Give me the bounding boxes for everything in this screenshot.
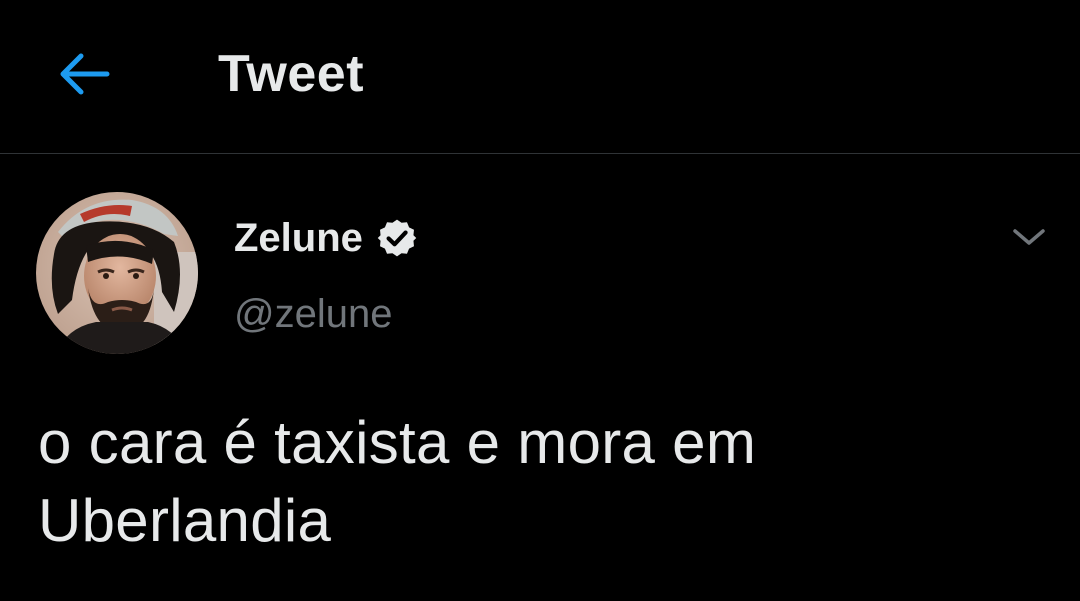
page-title: Tweet [218,45,365,103]
tweet-text: o cara é taxista e mora em Uberlandia [38,404,1038,560]
tweet-text-line-2: Uberlandia [38,487,332,554]
arrow-left-icon [60,53,110,95]
author-name-row[interactable]: Zelune [234,212,419,264]
chevron-down-icon [1013,229,1045,245]
tweet-text-line-1: o cara é taxista e mora em [38,409,757,476]
top-app-bar: Tweet [0,0,1080,154]
back-button[interactable] [50,46,118,102]
avatar[interactable] [36,192,198,354]
verified-badge-icon [375,216,419,260]
author-name: Zelune [234,216,363,260]
author-handle[interactable]: @zelune [234,289,392,339]
avatar-photo [36,192,198,354]
tweet-menu-button[interactable] [1004,214,1054,260]
